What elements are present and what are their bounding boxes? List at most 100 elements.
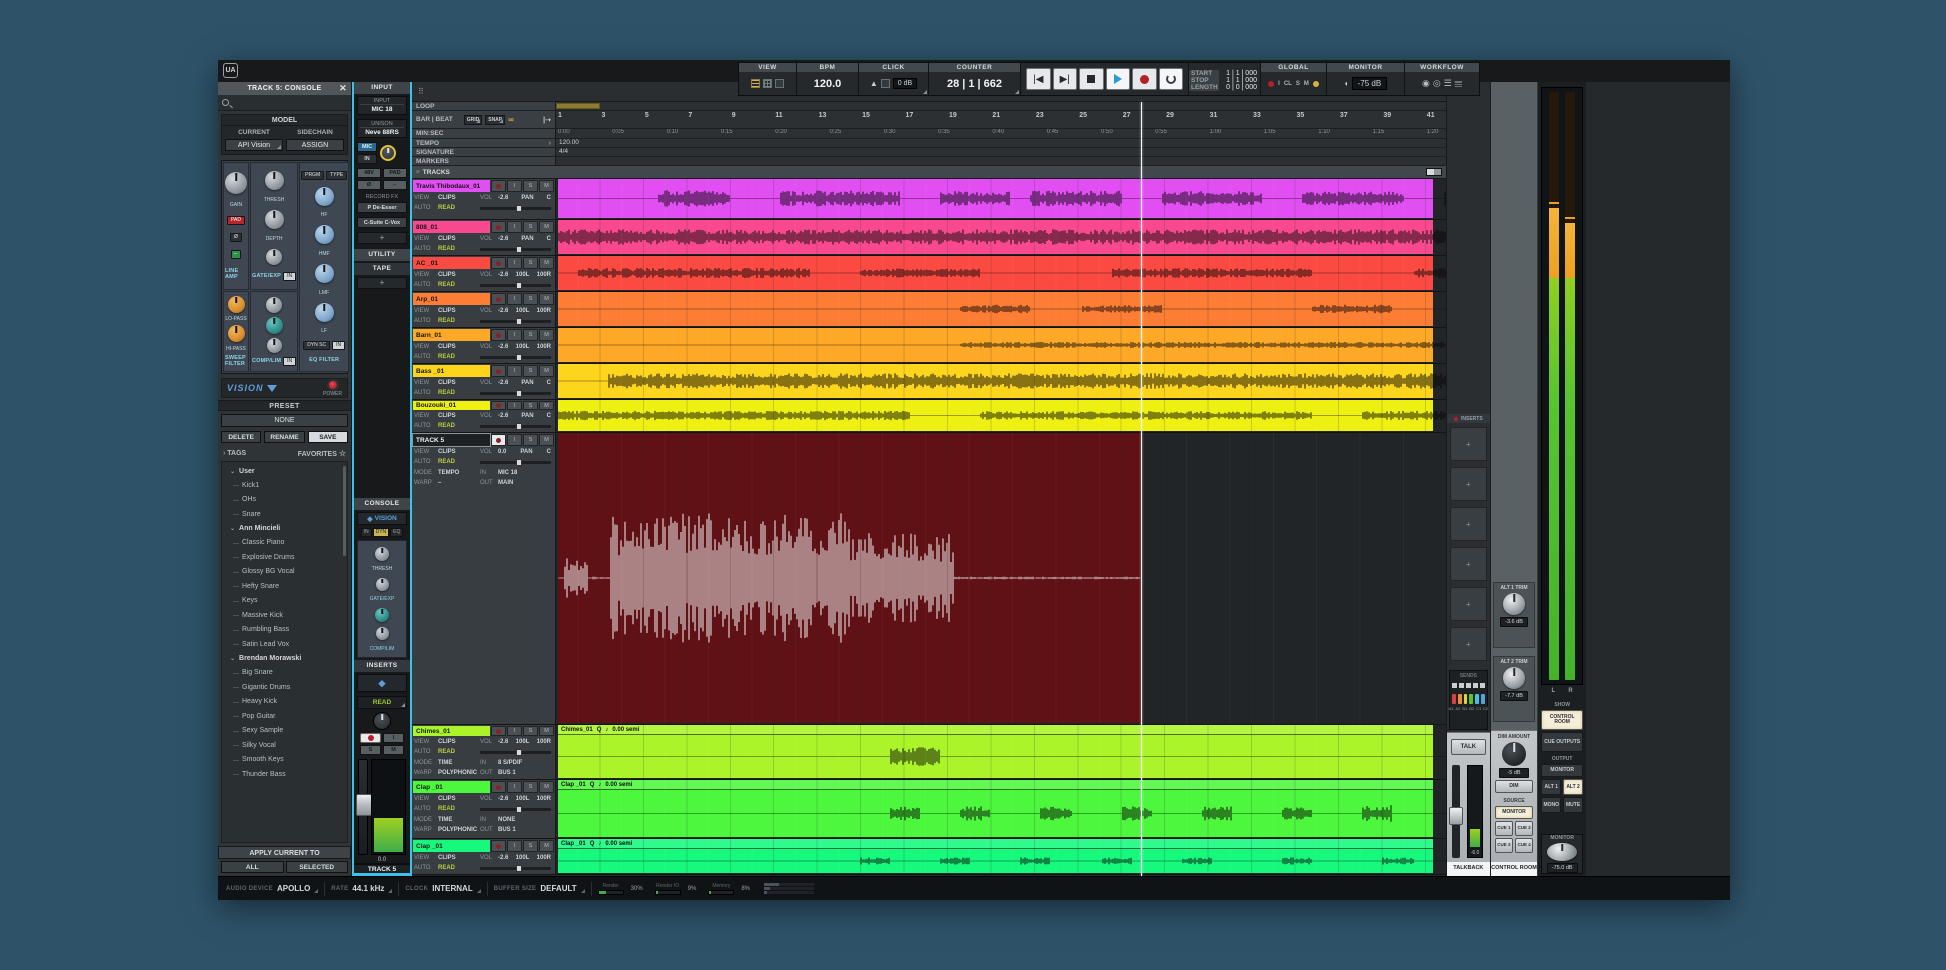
- track-header[interactable]: Travis Thibodaux_01ISMVIEWCLIPSVOL-2.6PA…: [412, 179, 556, 219]
- strip-eq-toggle[interactable]: EQ: [390, 528, 403, 537]
- mode-value[interactable]: TIME: [438, 760, 480, 766]
- source-monitor-button[interactable]: MONITOR: [1495, 806, 1534, 819]
- pan-slider[interactable]: [480, 461, 551, 464]
- window-view-icon[interactable]: [775, 79, 784, 88]
- monitor-insert-slot[interactable]: +: [1450, 507, 1487, 541]
- alt2-trim-knob[interactable]: [1503, 667, 1525, 689]
- cue-button[interactable]: CUE 3: [1495, 838, 1513, 853]
- mic-button[interactable]: MIC: [357, 142, 377, 152]
- audio-clip[interactable]: [558, 400, 1433, 431]
- pan-slider[interactable]: [480, 867, 551, 870]
- audio-clip[interactable]: [558, 220, 1433, 254]
- pan-right-value[interactable]: 100R: [537, 796, 551, 802]
- track-mute-button[interactable]: M: [539, 221, 554, 233]
- stop-button[interactable]: [1079, 68, 1104, 90]
- drag-handle-icon[interactable]: ⠿: [418, 87, 425, 96]
- pan-slider[interactable]: [480, 320, 551, 323]
- pan-slider-thumb[interactable]: [516, 205, 522, 212]
- track-lane[interactable]: [556, 328, 1446, 363]
- track-lane[interactable]: [556, 256, 1446, 291]
- tree-item[interactable]: Smooth Keys: [222, 753, 347, 768]
- track-record-arm-button[interactable]: [491, 221, 506, 233]
- track-header[interactable]: Chimes_01ISMVIEWCLIPSVOL-2.6100L100RAUTO…: [412, 725, 556, 779]
- track-input-button[interactable]: I: [507, 781, 522, 793]
- in-value[interactable]: MIC 18: [498, 470, 517, 476]
- track-input-button[interactable]: I: [507, 221, 522, 233]
- track-name[interactable]: TRACK 5: [413, 434, 490, 446]
- click-level-value[interactable]: 0 dB: [893, 78, 917, 89]
- edit-view-icon[interactable]: [751, 79, 760, 88]
- tree-item[interactable]: Gigantic Drums: [222, 680, 347, 695]
- insert-plugin-slot[interactable]: ◆: [357, 674, 407, 692]
- lo-pass-knob[interactable]: [228, 296, 245, 313]
- mode-value[interactable]: TIME: [438, 817, 480, 823]
- track-lane[interactable]: Clap _01Q♪0.00 semi: [556, 839, 1446, 874]
- tree-item[interactable]: Silky Vocal: [222, 738, 347, 753]
- track-solo-button[interactable]: S: [523, 726, 538, 736]
- view-value[interactable]: CLIPS: [438, 855, 480, 861]
- tree-item[interactable]: Glossy BG Vocal: [222, 565, 347, 580]
- mono-button[interactable]: MONO: [1541, 797, 1561, 813]
- audio-clip[interactable]: Chimes_01Q♪0.00 semi: [558, 725, 1433, 778]
- unison-slot[interactable]: UNISON Neve 88RS: [357, 119, 407, 138]
- signature-strip[interactable]: 4/4: [556, 148, 1446, 156]
- track-name[interactable]: Bouzouki_01: [413, 401, 490, 410]
- auto-mode-value[interactable]: READ: [438, 205, 480, 211]
- tree-item[interactable]: Heavy Kick: [222, 695, 347, 710]
- signature-value[interactable]: 4/4: [559, 148, 568, 155]
- track-lane[interactable]: [556, 220, 1446, 255]
- tree-item[interactable]: Snare: [222, 507, 347, 522]
- auto-mode-value[interactable]: READ: [438, 865, 480, 871]
- tree-item[interactable]: Rumbling Bass: [222, 623, 347, 638]
- mixer-icon[interactable]: 𝄙: [1455, 78, 1462, 89]
- go-to-start-button[interactable]: |◀: [1026, 68, 1051, 90]
- track-lane[interactable]: [556, 292, 1446, 327]
- monitor-level-knob[interactable]: [1547, 843, 1577, 861]
- audio-clip[interactable]: [558, 433, 1141, 723]
- record-fx-slot[interactable]: C-Suite C-Vox: [357, 217, 407, 228]
- input-select[interactable]: INPUT MIC 18: [357, 96, 407, 115]
- comp-thresh-knob[interactable]: [266, 297, 282, 313]
- track-record-arm-button[interactable]: [360, 733, 381, 743]
- monitor-insert-slot[interactable]: +: [1450, 547, 1487, 581]
- audio-clip[interactable]: [558, 328, 1433, 362]
- tree-item[interactable]: Explosive Drums: [222, 550, 347, 565]
- gate-in-button[interactable]: IN: [283, 272, 296, 281]
- phantom-48v-button[interactable]: 48V: [357, 168, 381, 178]
- track-input-button[interactable]: I: [507, 840, 522, 852]
- auto-mode-value[interactable]: READ: [438, 354, 480, 360]
- pad-button[interactable]: PAD: [227, 216, 245, 225]
- tree-item[interactable]: Keys: [222, 594, 347, 609]
- vol-value[interactable]: -2.6: [498, 236, 508, 242]
- global-record-dot-icon[interactable]: [1268, 81, 1274, 87]
- clip-header[interactable]: Chimes_01Q♪0.00 semi: [558, 725, 1433, 735]
- alt2-button[interactable]: ALT 2: [1563, 779, 1583, 795]
- tree-group[interactable]: ⌄Ann Mincieli: [222, 522, 347, 536]
- track-lane[interactable]: [556, 179, 1446, 219]
- session-icon[interactable]: ◎: [1433, 78, 1441, 89]
- global-cycle-dot-icon[interactable]: [1313, 81, 1319, 87]
- pan-slider[interactable]: [480, 751, 551, 754]
- rate-value[interactable]: 44.1 kHz: [352, 884, 392, 893]
- pan-slider-thumb[interactable]: [516, 282, 522, 289]
- track-mute-button[interactable]: M: [539, 781, 554, 793]
- pan-right-value[interactable]: 100R: [537, 272, 551, 278]
- pan-slider[interactable]: [480, 392, 551, 395]
- dim-amount-knob[interactable]: [1502, 742, 1526, 766]
- phase-button[interactable]: Ø: [230, 233, 242, 242]
- pan-right-value[interactable]: C: [547, 413, 551, 419]
- auto-mode-value[interactable]: READ: [438, 749, 480, 755]
- track-solo-button[interactable]: S: [523, 840, 538, 852]
- cue-button[interactable]: CUE 2: [1515, 821, 1533, 836]
- track-record-arm-button[interactable]: [491, 180, 506, 192]
- pan-slider-thumb[interactable]: [516, 390, 522, 397]
- track-size-toggle-icon[interactable]: [1426, 168, 1442, 176]
- audio-clip[interactable]: [558, 256, 1433, 290]
- hi-pass-knob[interactable]: [228, 325, 245, 342]
- track-record-arm-button[interactable]: [491, 726, 506, 736]
- strip-dyn-toggle[interactable]: DYN: [373, 528, 390, 537]
- pan-right-value[interactable]: C: [547, 380, 551, 386]
- track-input-button[interactable]: I: [383, 733, 404, 743]
- monitor-insert-slot[interactable]: +: [1450, 627, 1487, 661]
- sidechain-assign-button[interactable]: ASSIGN: [286, 139, 344, 151]
